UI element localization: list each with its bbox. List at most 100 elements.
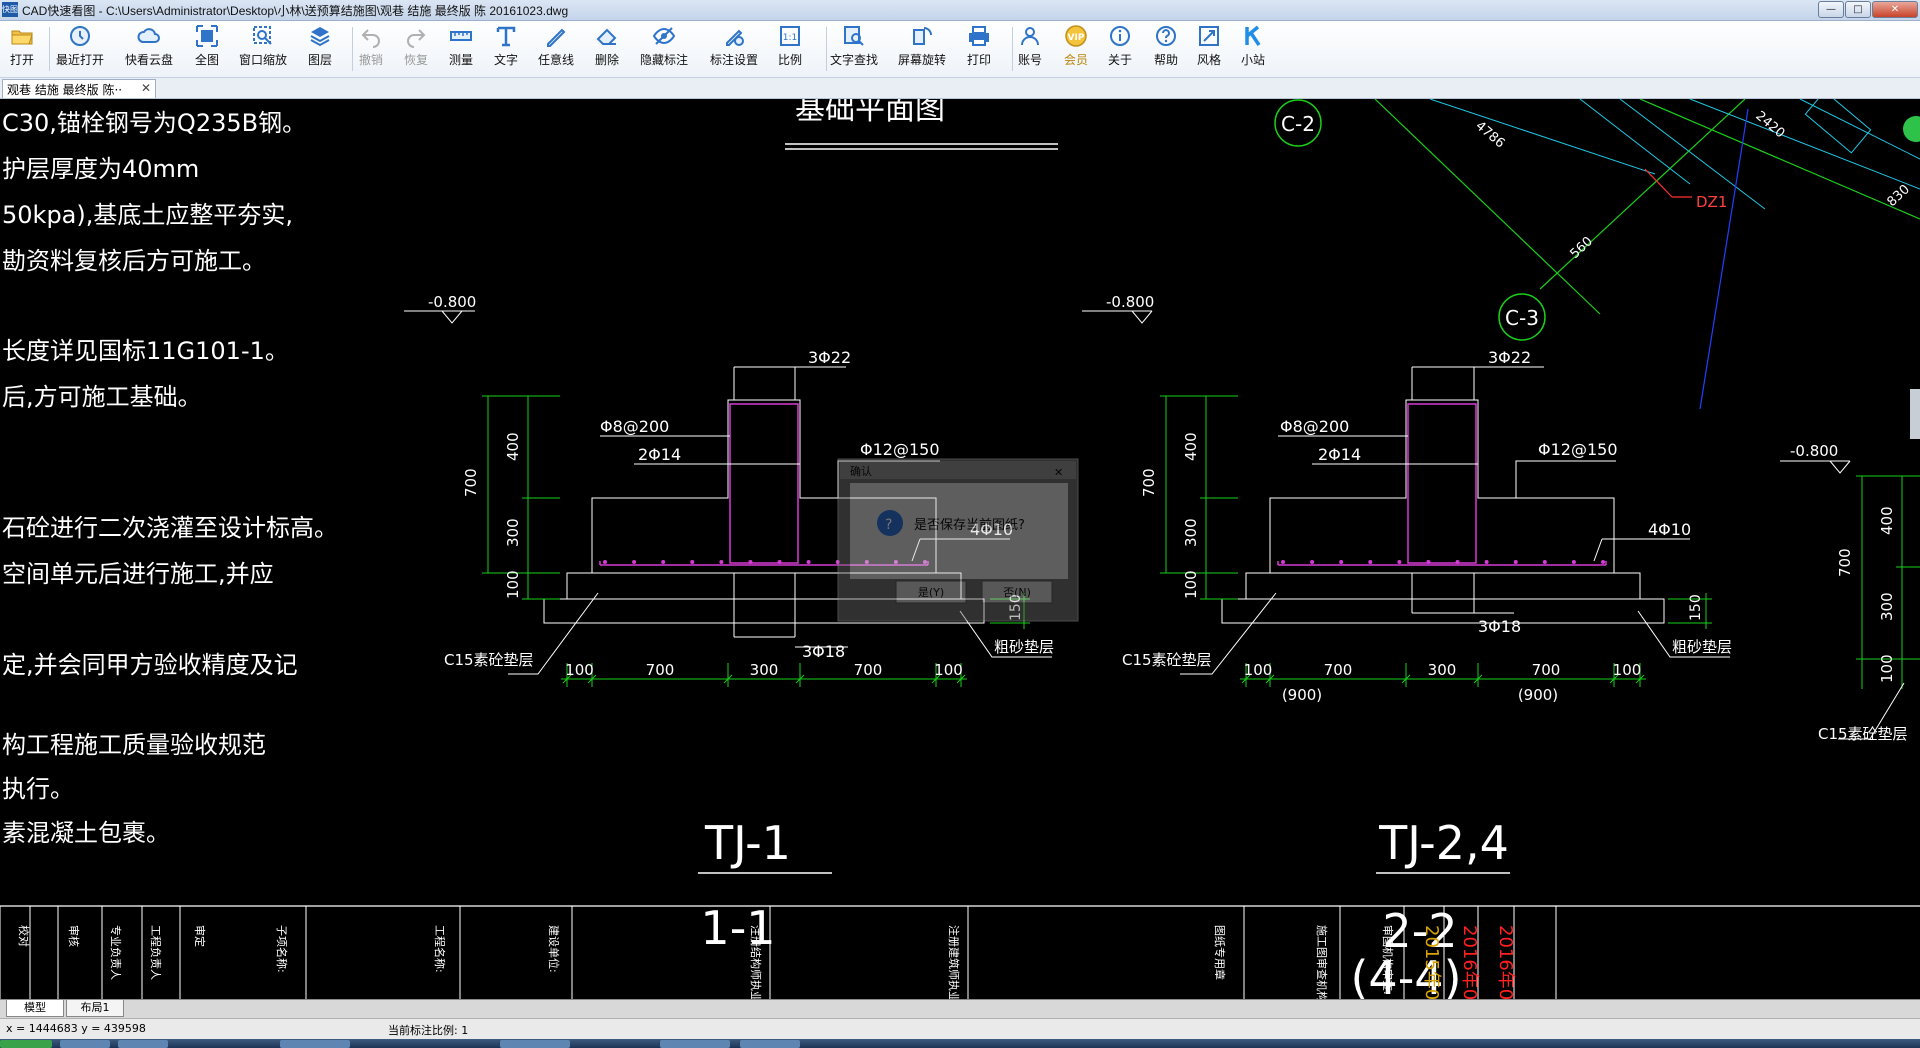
note-line: C30,锚栓钢号为Q235B钢。 bbox=[2, 109, 306, 137]
main-toolbar: 打开 最近打开 快看云盘 全图 窗口缩放 图层 撤销 恢复 测量 文字 任意线 删除 隐藏标注 标注设置 1… bbox=[0, 21, 1920, 78]
section-number-alt: (4-4) bbox=[1350, 951, 1461, 999]
maximize-button[interactable]: □ bbox=[1845, 1, 1871, 18]
recent-clock-icon bbox=[70, 26, 90, 46]
elevation-label: -0.800 bbox=[1790, 442, 1838, 460]
note-line: 素混凝土包裹。 bbox=[2, 819, 170, 847]
dialog-close-icon[interactable]: ✕ bbox=[1054, 466, 1063, 479]
toolbar-button-cloud[interactable]: 快看云盘 bbox=[119, 24, 179, 74]
rebar-dot bbox=[1397, 560, 1402, 564]
rebar-dot bbox=[1601, 560, 1605, 564]
rebar-dot bbox=[1542, 560, 1547, 564]
plan-title: 基础平面图 bbox=[795, 99, 945, 127]
rebar-annotation: Φ12@150 bbox=[1538, 440, 1618, 459]
toolbar-button-label: 比例 bbox=[777, 53, 802, 67]
note-line: 构工程施工质量验收规范 bbox=[2, 731, 266, 759]
rebar-dot bbox=[748, 560, 753, 564]
toolbar-button-label: 屏幕旋转 bbox=[897, 53, 946, 67]
dimension-text: 700 bbox=[1836, 548, 1854, 577]
document-tab-close-icon[interactable]: ✕ bbox=[141, 81, 151, 95]
taskbar-app-item[interactable] bbox=[740, 1040, 800, 1048]
taskbar-app-item[interactable] bbox=[60, 1040, 110, 1048]
dimension-text: 400 bbox=[1182, 432, 1200, 461]
material-label: C15素砼垫层 bbox=[1122, 651, 1212, 669]
footing-name: TJ-1 bbox=[704, 816, 791, 870]
dialog-message: 是否保存当前图纸? bbox=[914, 517, 1025, 533]
document-tab[interactable]: 观巷 结施 最终版 陈·· ✕ bbox=[2, 79, 156, 98]
rebar-annotation: 3Φ22 bbox=[808, 348, 851, 367]
note-line: 长度详见国标11G101-1。 bbox=[2, 337, 289, 365]
minimize-button[interactable]: — bbox=[1818, 1, 1844, 18]
windows-taskbar bbox=[0, 1039, 1920, 1048]
tab-layout1[interactable]: 布局1 bbox=[66, 1000, 124, 1017]
titleblock-cell: 2016年08月06 bbox=[1459, 925, 1480, 999]
tab-model[interactable]: 模型 bbox=[6, 1000, 64, 1017]
annotation-settings-icon bbox=[726, 29, 744, 46]
dimension-text: 400 bbox=[1878, 506, 1896, 535]
toolbar-button-k-station[interactable]: 小站 bbox=[1223, 24, 1283, 74]
toolbar-button-scale[interactable]: 1:1 比例 bbox=[760, 24, 820, 74]
dialog-title: 确认 bbox=[850, 465, 872, 478]
window-title: CAD快速看图 - C:\Users\Administrator\Desktop… bbox=[22, 4, 569, 18]
measure-ruler-icon bbox=[450, 31, 472, 41]
dimension-text: 300 bbox=[750, 661, 779, 679]
titleblock-cell: 施工图审查机构章 bbox=[1315, 925, 1329, 999]
titleblock-cell: 校对 bbox=[17, 925, 31, 947]
section-number: 1-1 bbox=[700, 901, 775, 955]
plan-label-dz1: DZ1 bbox=[1696, 193, 1727, 211]
user-icon bbox=[1021, 27, 1039, 46]
dimension-text: 700 bbox=[1532, 661, 1561, 679]
toolbar-button-recent-clock[interactable]: 最近打开 bbox=[50, 24, 110, 74]
toolbar-button-annotation-settings[interactable]: 标注设置 bbox=[704, 24, 764, 74]
save-confirm-dialog: 确认 ✕ ? 是否保存当前图纸? 是(Y) 否(N) bbox=[837, 458, 1079, 622]
printer-icon bbox=[969, 26, 989, 46]
rebar-dot bbox=[1339, 560, 1344, 564]
note-line: 定,并会同甲方验收精度及记 bbox=[2, 651, 298, 679]
rebar-dot bbox=[1571, 560, 1576, 564]
dialog-titlebar bbox=[840, 461, 1076, 479]
rebar-dot bbox=[1368, 560, 1373, 564]
toolbar-button-label: 打开 bbox=[9, 53, 34, 67]
titleblock-cell: 子项名称: bbox=[275, 925, 289, 973]
annotation-scale-status: 当前标注比例: 1 bbox=[388, 1024, 469, 1037]
taskbar-app-item[interactable] bbox=[660, 1040, 730, 1048]
cloud-icon bbox=[137, 28, 160, 43]
toolbar-separator bbox=[826, 27, 827, 71]
toolbar-button-eraser[interactable]: 删除 bbox=[577, 24, 637, 74]
rebar-dot bbox=[1426, 560, 1431, 564]
toolbar-button-window-zoom[interactable]: 窗口缩放 bbox=[233, 24, 293, 74]
dimension-text: 300 bbox=[504, 518, 522, 547]
rebar-annotation: 3Φ18 bbox=[802, 642, 845, 661]
toolbar-button-label: 快看云盘 bbox=[124, 53, 173, 67]
cad-drawing-svg[interactable]: 基础平面图 C30,锚栓钢号为Q235B钢。护层厚度为40mm 50kpa),基底… bbox=[0, 99, 1920, 999]
toolbar-button-rotate-screen[interactable]: 屏幕旋转 bbox=[892, 24, 952, 74]
rebar-dot bbox=[1484, 560, 1489, 564]
dimension-text: 100 bbox=[565, 661, 594, 679]
axis-marker-label: C-2 bbox=[1281, 112, 1315, 136]
taskbar-app-item[interactable] bbox=[500, 1040, 570, 1048]
rebar-annotation: 3Φ18 bbox=[1478, 617, 1521, 636]
toolbar-button-hide-eye[interactable]: 隐藏标注 bbox=[634, 24, 694, 74]
dialog-no-label: 否(N) bbox=[1003, 586, 1031, 599]
scale-icon: 1:1 bbox=[780, 26, 800, 46]
full-view-icon bbox=[196, 25, 218, 47]
start-button[interactable] bbox=[0, 1040, 52, 1048]
scroll-handle[interactable] bbox=[1910, 389, 1920, 439]
status-bar: x = 1444683 y = 439598 当前标注比例: 1 bbox=[0, 1018, 1920, 1039]
dimension-text: 300 bbox=[1182, 518, 1200, 547]
toolbar-button-label: 删除 bbox=[594, 53, 619, 67]
close-button[interactable]: ✕ bbox=[1872, 1, 1918, 18]
footing-name: TJ-2,4 bbox=[1378, 816, 1509, 870]
toolbar-button-full-view[interactable]: 全图 bbox=[177, 24, 237, 74]
dimension-text: 100 bbox=[934, 661, 963, 679]
toolbar-button-text-search[interactable]: 文字查找 bbox=[824, 24, 884, 74]
vip-icon: VIP bbox=[1065, 25, 1087, 47]
toolbar-button-label: 标注设置 bbox=[709, 53, 758, 67]
toolbar-button-folder-open[interactable]: 打开 bbox=[0, 24, 52, 74]
cad-drawing-area[interactable]: 基础平面图 C30,锚栓钢号为Q235B钢。 护层厚度为40mm 50kpa),基底… bbox=[0, 99, 1920, 999]
titleblock-cell: 专业负责人 bbox=[109, 925, 123, 980]
titleblock-cell: 注册结构师执业章 bbox=[749, 925, 763, 999]
taskbar-app-item[interactable] bbox=[118, 1040, 168, 1048]
note-line: 50kpa),基底土应整平夯实, bbox=[2, 201, 293, 229]
taskbar-app-item[interactable] bbox=[280, 1040, 350, 1048]
axis-marker-label: C-3 bbox=[1505, 306, 1539, 330]
